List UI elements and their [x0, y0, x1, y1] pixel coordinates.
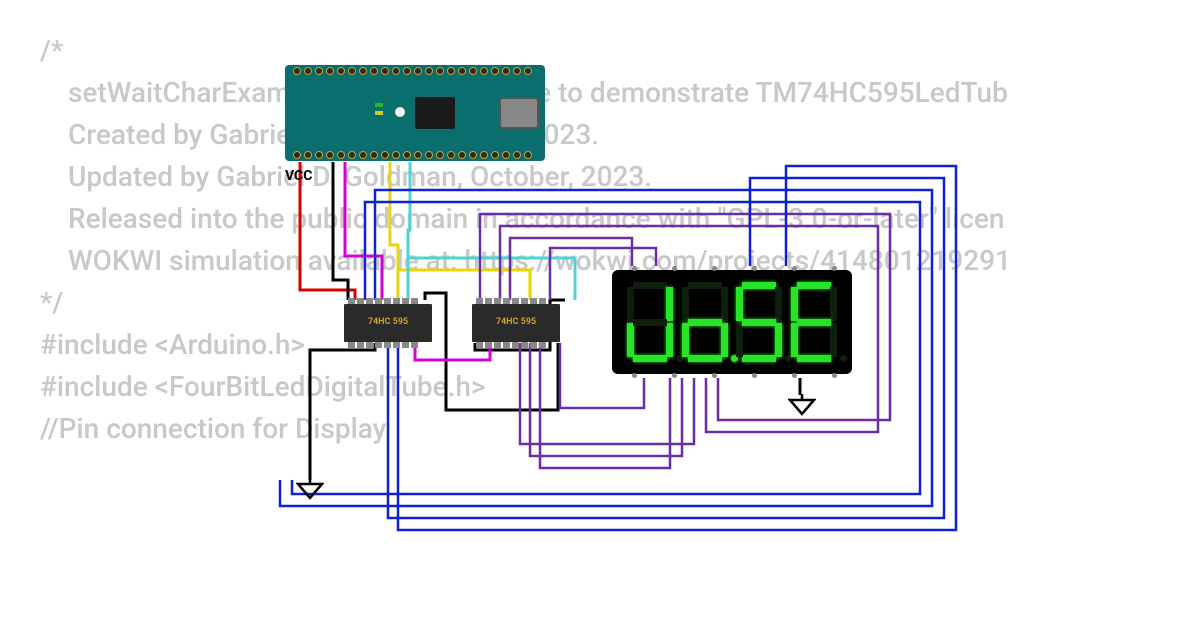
segment-e [791, 323, 798, 357]
ground-symbol-icon [296, 478, 324, 500]
segment-d [742, 355, 776, 362]
digit-3 [736, 282, 782, 362]
segment-a [742, 282, 776, 289]
ground-symbol-icon [788, 394, 816, 416]
segment-f [791, 287, 798, 321]
arduino-mcu-chip [415, 97, 455, 129]
digit-4 [791, 282, 837, 362]
segment-g [688, 319, 722, 326]
segment-e [627, 323, 634, 357]
segment-c [830, 323, 837, 357]
segment-c [775, 323, 782, 357]
chip-label: 74HC 595 [368, 318, 408, 328]
segment-d [797, 355, 831, 362]
shift-register-1[interactable]: 74HC 595 [344, 304, 432, 342]
segment-f [736, 287, 743, 321]
segment-d [688, 355, 722, 362]
shift-register-2[interactable]: 74HC 595 [472, 304, 560, 342]
segment-e [736, 323, 743, 357]
segment-g [797, 319, 831, 326]
segment-a [797, 282, 831, 289]
segment-b [666, 287, 673, 321]
arduino-usb-port [499, 97, 539, 129]
segment-f [627, 287, 634, 321]
segment-d [633, 355, 667, 362]
segment-a [633, 282, 667, 289]
segment-c [721, 323, 728, 357]
wires-layer [0, 0, 1200, 630]
circuit-diagram: VCC 74HC 595 74HC 595 [0, 0, 1200, 630]
arduino-pins-bottom [293, 151, 532, 159]
arduino-nano-board[interactable] [285, 65, 545, 161]
segment-b [830, 287, 837, 321]
segment-g [742, 319, 776, 326]
segment-g [633, 319, 667, 326]
segment-c [666, 323, 673, 357]
segment-f [682, 287, 689, 321]
arduino-pins-top [293, 67, 532, 75]
arduino-tx-led [375, 111, 383, 115]
segment-a [688, 282, 722, 289]
segment-b [775, 287, 782, 321]
segment-e [682, 323, 689, 357]
arduino-reset-button[interactable] [395, 107, 405, 117]
arduino-power-led [375, 103, 383, 107]
digit-1 [627, 282, 673, 362]
segment-dot [840, 355, 847, 362]
segment-b [721, 287, 728, 321]
digit-2 [682, 282, 728, 362]
vcc-label: VCC [285, 168, 312, 184]
seven-segment-display[interactable] [612, 270, 852, 374]
chip-label: 74HC 595 [496, 318, 536, 328]
